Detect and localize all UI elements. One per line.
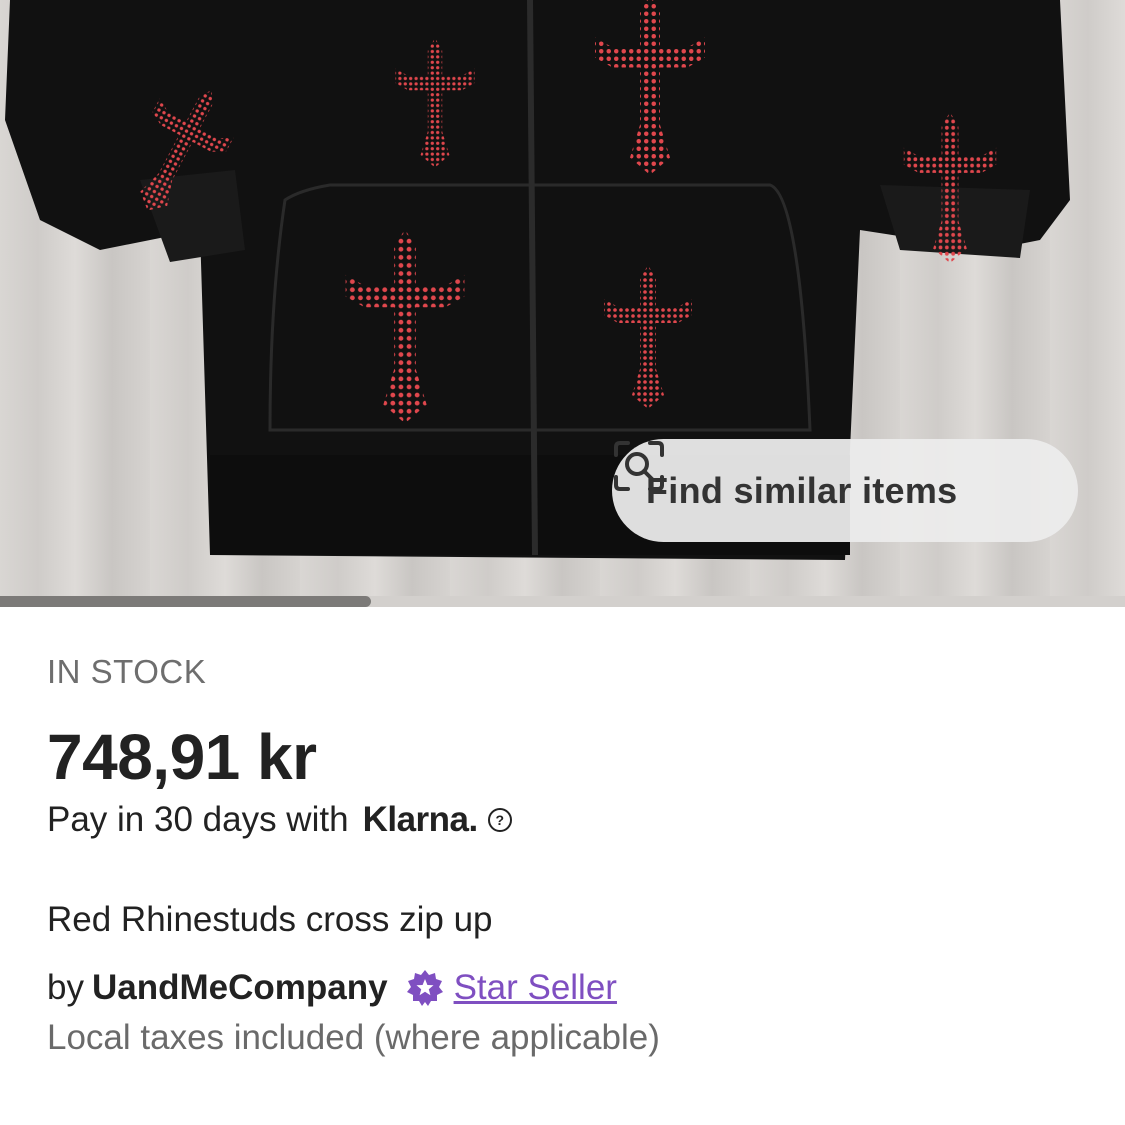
seller-prefix: by (47, 968, 84, 1007)
visual-search-icon (614, 441, 664, 491)
stock-status: IN STOCK (47, 653, 207, 690)
star-seller-link[interactable]: Star Seller (454, 968, 617, 1008)
product-title: Red Rhinestuds cross zip up (47, 900, 493, 939)
klarna-text: Pay in 30 days with (47, 800, 349, 839)
taxes-note: Local taxes included (where applicable) (47, 1018, 660, 1057)
image-carousel-progress-fill (0, 596, 372, 607)
product-image-carousel[interactable]: Find similar items (0, 0, 1125, 607)
product-price: 748,91 kr (47, 721, 317, 793)
find-similar-items-label: Find similar items (646, 469, 958, 511)
klarna-payment-info: Pay in 30 days with Klarna. ? (47, 800, 512, 840)
shop-name-link[interactable]: UandMeCompany (92, 968, 388, 1008)
klarna-logo: Klarna. (362, 800, 479, 839)
star-badge-icon (406, 970, 443, 1006)
help-circle-icon[interactable]: ? (487, 808, 512, 832)
seller-info: by UandMeCompany Star Seller (47, 968, 617, 1008)
image-carousel-progress (0, 596, 1125, 607)
find-similar-items-button[interactable]: Find similar items (612, 439, 1078, 542)
